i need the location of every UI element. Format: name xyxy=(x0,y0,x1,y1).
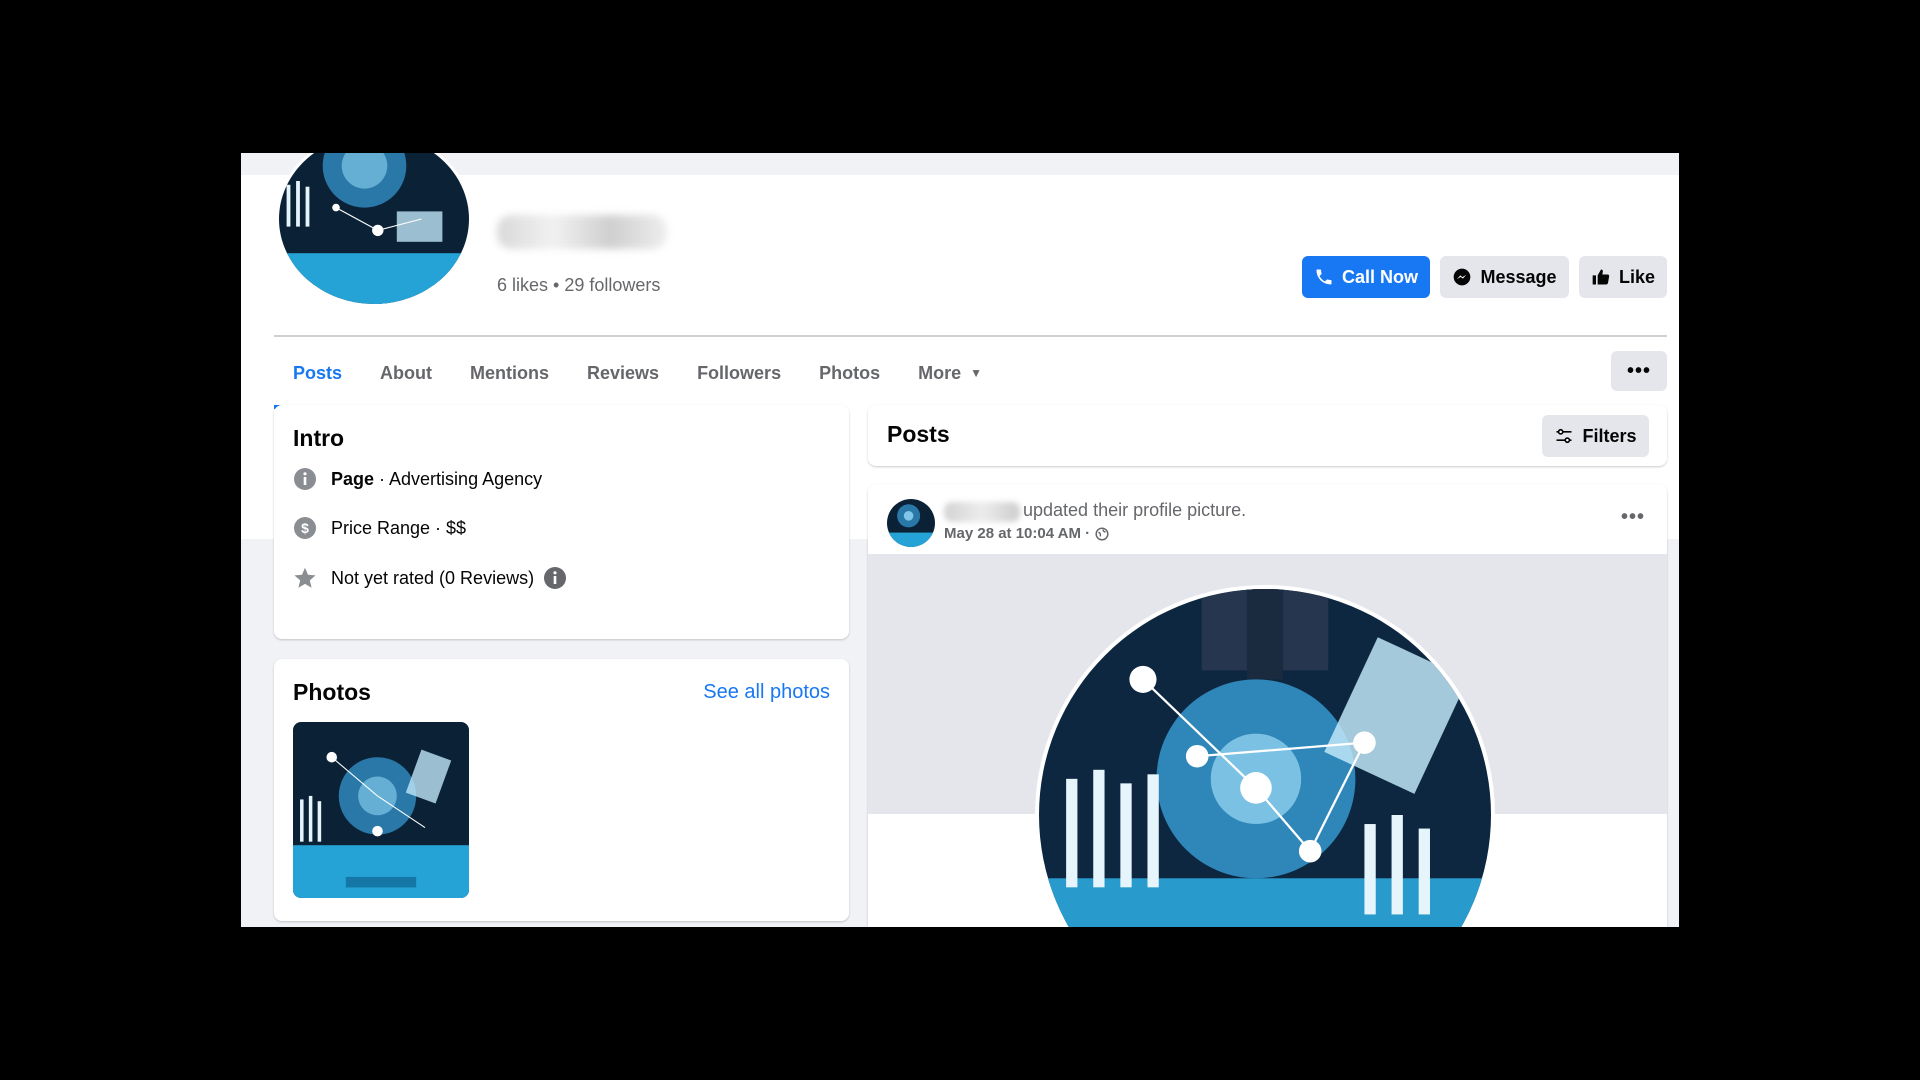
tab-reviews[interactable]: Reviews xyxy=(568,337,678,409)
intro-page-type: Page · Advertising Agency xyxy=(293,467,542,491)
photos-card: Photos See all photos xyxy=(274,659,849,921)
network-globe-image xyxy=(279,153,469,304)
intro-rating: Not yet rated (0 Reviews) xyxy=(293,566,567,590)
call-now-button[interactable]: Call Now xyxy=(1302,256,1430,298)
dollar-icon: $ xyxy=(293,516,317,540)
tab-about[interactable]: About xyxy=(361,337,451,409)
tab-followers[interactable]: Followers xyxy=(678,337,800,409)
posts-title: Posts xyxy=(887,421,950,447)
page-name-redacted xyxy=(497,215,667,249)
filters-button[interactable]: Filters xyxy=(1542,415,1649,457)
intro-price-range: $ Price Range · $$ xyxy=(293,516,466,540)
tab-label: Reviews xyxy=(587,362,660,383)
tab-label: Mentions xyxy=(470,362,550,383)
photo-thumbnail[interactable] xyxy=(293,722,469,898)
tab-more[interactable]: More ▼ xyxy=(899,337,1001,409)
see-all-photos-link[interactable]: See all photos xyxy=(703,681,830,704)
tab-label: Followers xyxy=(697,362,782,383)
post-author-avatar[interactable] xyxy=(887,499,935,547)
message-button[interactable]: Message xyxy=(1440,256,1569,298)
page-tabs: Posts About Mentions Reviews Followers P… xyxy=(274,337,1001,409)
tab-label: Photos xyxy=(819,362,881,383)
timestamp-text: May 28 at 10:04 AM · xyxy=(944,525,1091,542)
intro-title: Intro xyxy=(293,425,345,451)
star-icon xyxy=(293,566,317,590)
post-author-name-redacted xyxy=(944,502,1020,522)
post-options-button[interactable]: ••• xyxy=(1621,506,1645,529)
tab-posts[interactable]: Posts xyxy=(274,337,362,409)
phone-icon xyxy=(1316,269,1332,285)
tab-mentions[interactable]: Mentions xyxy=(451,337,568,409)
svg-text:$: $ xyxy=(301,520,309,536)
sliders-icon xyxy=(1556,428,1572,444)
call-now-label: Call Now xyxy=(1341,266,1418,287)
page-category: · Advertising Agency xyxy=(374,468,543,489)
messenger-icon xyxy=(1454,268,1471,286)
page-label: Page xyxy=(331,468,375,489)
like-button[interactable]: Like xyxy=(1579,256,1667,298)
price-range-text: Price Range · $$ xyxy=(331,517,467,538)
tab-label: More xyxy=(918,362,962,383)
rating-info-icon[interactable] xyxy=(543,566,567,590)
thumbs-up-icon xyxy=(1592,269,1610,285)
tab-label: About xyxy=(380,362,433,383)
likes-followers-count: 6 likes • 29 followers xyxy=(497,275,661,295)
post-action-text: updated their profile picture. xyxy=(1023,500,1247,520)
caret-down-icon: ▼ xyxy=(970,366,982,380)
filters-label: Filters xyxy=(1582,425,1637,446)
network-globe-image xyxy=(887,499,935,547)
screenshot-frame: 6 likes • 29 followers Call Now Message … xyxy=(241,153,1679,927)
like-label: Like xyxy=(1618,266,1656,287)
message-label: Message xyxy=(1480,266,1557,287)
network-globe-image xyxy=(293,722,469,898)
intro-card: Intro Page · Advertising Agency $ Price … xyxy=(274,405,849,639)
photos-title: Photos xyxy=(293,679,371,705)
post-timestamp[interactable]: May 28 at 10:04 AM · xyxy=(944,525,1109,542)
rating-text: Not yet rated (0 Reviews) xyxy=(331,567,535,588)
tab-photos[interactable]: Photos xyxy=(800,337,899,409)
posts-header-card: Posts Filters xyxy=(868,405,1667,466)
globe-icon xyxy=(1095,526,1109,541)
post-card: updated their profile picture. May 28 at… xyxy=(868,484,1667,927)
info-icon xyxy=(293,467,317,491)
page-options-button[interactable]: ••• xyxy=(1611,351,1667,391)
tab-label: Posts xyxy=(293,362,343,383)
